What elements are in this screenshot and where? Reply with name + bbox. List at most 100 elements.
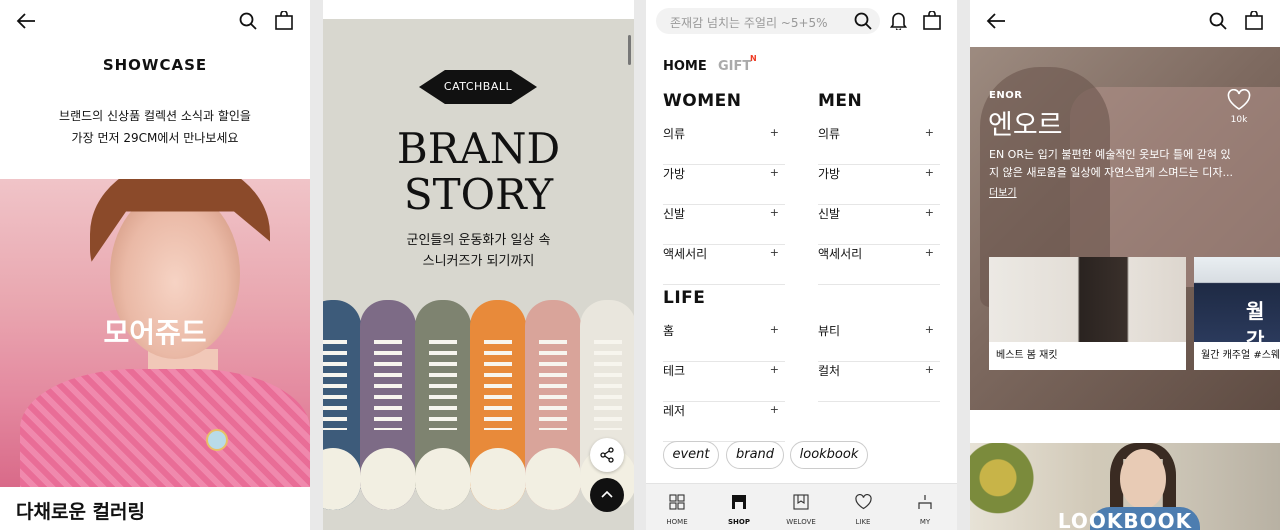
category-item[interactable]: 가방 + — [818, 165, 940, 205]
shopping-bag-icon[interactable] — [923, 11, 941, 30]
back-arrow-icon[interactable] — [16, 12, 36, 30]
category-item[interactable]: 액세서리 + — [663, 245, 785, 285]
plus-icon: + — [769, 166, 779, 179]
category-label: 액세서리 — [818, 247, 863, 261]
sneaker-laces — [374, 340, 402, 430]
product-card[interactable]: 베스트 봄 재킷 — [989, 257, 1186, 370]
like-count: 10k — [1230, 115, 1248, 125]
brand-name-en: ENOR — [989, 90, 1023, 101]
sneaker — [415, 300, 471, 510]
plus-icon: + — [924, 206, 934, 219]
sneaker — [360, 300, 416, 510]
plus-icon: + — [924, 126, 934, 139]
category-label: 테크 — [663, 364, 686, 378]
lookbook-banner[interactable]: LOOKBOOK — [970, 443, 1280, 530]
brand-story-heading: BRAND STORY — [323, 126, 634, 218]
category-item[interactable]: 가방 + — [663, 165, 785, 205]
category-item[interactable]: 신발 + — [818, 205, 940, 245]
back-arrow-icon[interactable] — [986, 12, 1006, 30]
shopping-bag-icon[interactable] — [275, 11, 293, 30]
plus-icon: + — [924, 246, 934, 259]
collection-title: 다채로운 컬러링 — [16, 501, 145, 523]
user-icon — [917, 494, 933, 510]
brand-page-screen: ENOR 엔오르 EN OR는 입기 불편한 예술적인 옷보다 틀에 갇혀 있 … — [970, 0, 1280, 530]
description-line: EN OR는 입기 불편한 예술적인 옷보다 틀에 갇혀 있 — [989, 148, 1231, 161]
plus-icon: + — [769, 323, 779, 336]
search-bar[interactable]: 존재감 넘치는 주얼리 ~5+5% — [656, 8, 880, 34]
category-item[interactable]: 액세서리 + — [818, 245, 940, 285]
sneaker-sole — [360, 448, 416, 510]
grid-icon — [669, 494, 685, 510]
category-item[interactable]: 뷰티 + — [818, 322, 940, 362]
nav-label: LIKE — [855, 518, 871, 526]
nav-home[interactable]: HOME — [646, 484, 708, 530]
more-link[interactable]: 더보기 — [989, 184, 1017, 199]
new-badge: N — [750, 54, 757, 63]
category-item[interactable]: 홈 + — [663, 322, 785, 362]
nav-like[interactable]: LIKE — [832, 484, 894, 530]
nav-label: WELOVE — [786, 518, 816, 526]
category-item[interactable]: 컬처 + — [818, 362, 940, 402]
product-card-image — [989, 257, 1186, 342]
nav-label: HOME — [666, 518, 688, 526]
product-card[interactable]: 월간 월간 캐주얼 #스웨 — [1194, 257, 1280, 370]
category-label: 신발 — [818, 207, 841, 221]
category-label: 가방 — [818, 167, 841, 181]
category-item[interactable]: 의류 + — [663, 125, 785, 165]
showcase-hero-image[interactable]: 모어쥬드 — [0, 179, 310, 487]
category-item[interactable]: 레저 + — [663, 402, 785, 442]
plus-icon: + — [769, 126, 779, 139]
showcase-description: 브랜드의 신상품 컬렉션 소식과 할인을 가장 먼저 29CM에서 만나보세요 — [0, 105, 310, 149]
lookbook-title: LOOKBOOK — [1057, 509, 1193, 530]
tab-gift[interactable]: GIFT — [718, 59, 751, 74]
brand-story-screen: CATCHBALL BRAND STORY 군인들의 운동화가 일상 속 스니커… — [323, 0, 634, 530]
brand-name-ko: 엔오르 — [988, 110, 1063, 141]
sneaker-laces — [594, 340, 622, 430]
chip-brand[interactable]: brand — [726, 441, 784, 469]
hero-figure-pendant — [206, 429, 228, 451]
share-icon — [599, 447, 615, 463]
chevron-up-icon — [601, 490, 613, 498]
search-icon[interactable] — [1209, 12, 1227, 30]
plus-icon: + — [769, 246, 779, 259]
bottom-nav: HOME SHOP WELOVE LIKE MY — [646, 483, 957, 530]
category-label: 홈 — [663, 324, 675, 338]
nav-my[interactable]: MY — [894, 484, 956, 530]
screens-row: SHOWCASE 브랜드의 신상품 컬렉션 소식과 할인을 가장 먼저 29CM… — [0, 0, 1280, 530]
scroll-to-top-button[interactable] — [590, 478, 624, 512]
subtitle-line: 스니커즈가 되기까지 — [422, 254, 535, 269]
brand-description: EN OR는 입기 불편한 예술적인 옷보다 틀에 갇혀 있 지 않은 새로움을… — [989, 146, 1239, 182]
showcase-screen: SHOWCASE 브랜드의 신상품 컬렉션 소식과 할인을 가장 먼저 29CM… — [0, 0, 310, 530]
product-card-caption: 월간 캐주얼 #스웨 — [1194, 342, 1280, 370]
description-line: 가장 먼저 29CM에서 만나보세요 — [71, 131, 239, 145]
category-item[interactable]: 의류 + — [818, 125, 940, 165]
share-button[interactable] — [590, 438, 624, 472]
category-label: 신발 — [663, 207, 686, 221]
plus-icon: + — [924, 363, 934, 376]
category-label: 의류 — [663, 127, 686, 141]
section-men: MEN — [818, 91, 863, 111]
bookmark-icon — [793, 494, 809, 510]
plus-icon: + — [769, 403, 779, 416]
nav-label: SHOP — [728, 518, 750, 526]
shopping-bag-icon[interactable] — [1245, 11, 1263, 30]
shop-category-screen: 존재감 넘치는 주얼리 ~5+5% HOME GIFT N WOMEN MEN … — [646, 0, 957, 530]
nav-welove[interactable]: WELOVE — [770, 484, 832, 530]
scrollbar[interactable] — [628, 35, 631, 65]
bell-icon[interactable] — [890, 11, 907, 30]
chip-event[interactable]: event — [663, 441, 719, 469]
search-icon[interactable] — [239, 12, 257, 30]
nav-shop[interactable]: SHOP — [708, 484, 770, 530]
category-label: 가방 — [663, 167, 686, 181]
category-item[interactable]: 테크 + — [663, 362, 785, 402]
category-label: 컬처 — [818, 364, 841, 378]
category-item[interactable]: 신발 + — [663, 205, 785, 245]
search-icon[interactable] — [854, 12, 872, 30]
plus-icon: + — [769, 363, 779, 376]
store-icon — [731, 494, 747, 510]
brand-hero: ENOR 엔오르 EN OR는 입기 불편한 예술적인 옷보다 틀에 갇혀 있 … — [970, 47, 1280, 410]
sneaker — [525, 300, 581, 510]
sneaker-laces — [539, 340, 567, 430]
tab-home[interactable]: HOME — [663, 59, 707, 74]
chip-lookbook[interactable]: lookbook — [790, 441, 868, 469]
